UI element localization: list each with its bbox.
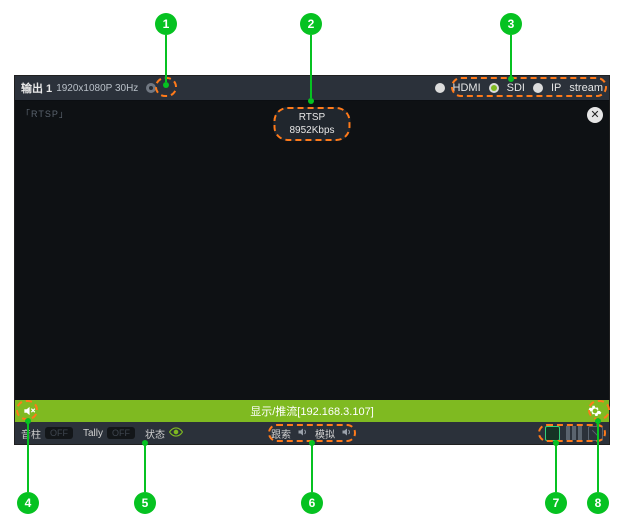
layout-crop-button[interactable] [588,426,603,441]
callout-4-dot [25,418,31,424]
radio-ip[interactable] [533,83,543,93]
callout-1: 1 [155,13,177,35]
output-panel: 输出 1 1920x1080P 30Hz HDMI SDI IP stream … [14,75,610,445]
gear-icon[interactable] [587,403,603,419]
output-resolution: 1920x1080P 30Hz [56,83,138,94]
speaker-icon[interactable] [341,426,353,441]
footer-center-group: 跟索 模拟 [271,426,353,441]
callout-7-dot [553,440,559,446]
eye-icon [169,426,183,441]
callout-6: 6 [301,492,323,514]
footer-tally[interactable]: Tally OFF [83,427,135,439]
callout-1-line [165,35,167,82]
callout-2: 2 [300,13,322,35]
radio-sdi[interactable] [489,83,499,93]
callout-4: 4 [17,492,39,514]
callout-8: 8 [587,492,609,514]
footer-status-label: 状态 [145,426,165,441]
footer-follow-label[interactable]: 跟索 [271,426,291,441]
footer-tally-chip: OFF [107,427,135,439]
footer-analog-label[interactable]: 模拟 [315,426,335,441]
radio-ip-label: IP [551,82,561,94]
status-bar: 显示/推流[192.168.3.107] [15,400,609,422]
radio-stream-label: stream [569,82,603,94]
layout-columns-button[interactable] [566,426,582,440]
callout-1-dot [163,82,169,88]
callout-3-line [510,35,512,77]
callout-6-dot [309,440,315,446]
callout-5-line [144,444,146,492]
callout-5-dot [142,440,148,446]
speaker-icon[interactable] [297,426,309,441]
record-indicator-icon[interactable] [146,83,156,93]
rtsp-pill-bitrate: 8952Kbps [289,125,334,138]
callout-3-dot [508,76,514,82]
callout-6-line [311,444,313,492]
layout-single-button[interactable] [545,426,560,441]
output-header: 输出 1 1920x1080P 30Hz HDMI SDI IP stream [15,76,609,100]
callout-7-line [555,444,557,492]
footer-audio-chip: OFF [45,427,73,439]
output-selector-group: HDMI SDI IP stream [435,82,603,94]
mute-icon[interactable] [21,403,37,419]
footer-audio-label: 音柱 [21,426,41,441]
rtsp-pill-protocol: RTSP [289,112,334,125]
callout-8-line [597,422,599,492]
video-preview: 「RTSP」 ✕ RTSP 8952Kbps [15,100,609,400]
status-text: 显示/推流[192.168.3.107] [250,403,374,419]
callout-8-dot [595,418,601,424]
footer-status[interactable]: 状态 [145,426,183,441]
output-title: 输出 1 [21,80,52,96]
callout-5: 5 [134,492,156,514]
callout-3: 3 [500,13,522,35]
callout-2-dot [308,98,314,104]
radio-hdmi[interactable] [435,83,445,93]
footer-tally-label: Tally [83,428,103,439]
radio-hdmi-label: HDMI [453,82,481,94]
footer-layout-group [545,426,603,441]
close-icon[interactable]: ✕ [587,107,603,123]
callout-4-line [27,422,29,492]
rtsp-bitrate-pill: RTSP 8952Kbps [273,107,350,141]
callout-2-line [310,35,312,98]
rtsp-corner-tag: 「RTSP」 [21,107,69,120]
radio-sdi-label: SDI [507,82,525,94]
callout-7: 7 [545,492,567,514]
